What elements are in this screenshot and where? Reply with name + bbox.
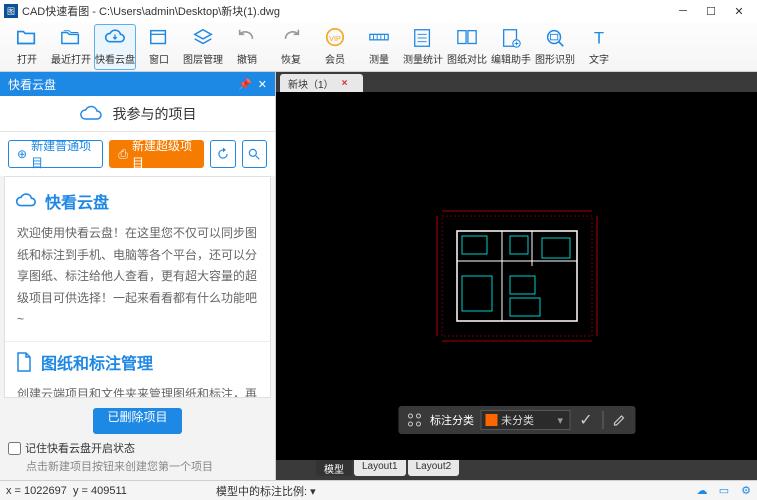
maximize-button[interactable]: ☐: [697, 1, 725, 21]
document-tabs: 新块（1） ×: [276, 72, 757, 92]
compare-icon: [456, 27, 478, 49]
section-2-title: 图纸和标注管理: [5, 346, 270, 378]
tool-edithelper[interactable]: 编辑助手: [490, 24, 532, 70]
filter-label: 标注分类: [430, 412, 474, 428]
status-split-icon[interactable]: ▭: [715, 483, 733, 499]
edithelper-icon: [500, 27, 522, 49]
panel-content: 快看云盘 欢迎使用快看云盘！在这里您不仅可以同步图纸和标注到手机、电脑等各个平台…: [4, 176, 271, 398]
new-normal-project-button[interactable]: ⊕ 新建普通项目: [8, 140, 103, 168]
layout-tab-layout2[interactable]: Layout2: [408, 460, 460, 476]
filter-select[interactable]: 未分类 ▾: [480, 410, 570, 430]
main-toolbar: 打开最近打开快看云盘窗口图层管理撤销恢复VIP会员测量测量统计图纸对比编辑助手图…: [0, 22, 757, 72]
titlebar: 图 CAD快速看图 - C:\Users\admin\Desktop\新块(1)…: [0, 0, 757, 22]
status-cloud-icon[interactable]: ☁: [693, 483, 711, 499]
panel-title-row: 我参与的项目: [0, 96, 275, 132]
chevron-down-icon: ▾: [557, 414, 563, 427]
tool-open[interactable]: 打开: [6, 24, 48, 70]
tool-measure[interactable]: 测量: [358, 24, 400, 70]
window-title: CAD快速看图 - C:\Users\admin\Desktop\新块(1).d…: [22, 3, 669, 19]
section-1-title: 快看云盘: [5, 185, 270, 217]
tool-compare[interactable]: 图纸对比: [446, 24, 488, 70]
section-1-body: 欢迎使用快看云盘！在这里您不仅可以同步图纸和标注到手机、电脑等各个平台，还可以分…: [5, 217, 270, 337]
scale-label: 模型中的标注比例: ▾: [210, 483, 316, 499]
layout-tab-模型[interactable]: 模型: [316, 460, 352, 476]
measure-icon: [368, 27, 390, 49]
tool-text[interactable]: T文字: [578, 24, 620, 70]
deleted-projects-button[interactable]: 已删除项目: [93, 408, 181, 434]
panel-header: 快看云盘 📌 ✕: [0, 72, 275, 96]
remember-state-input[interactable]: [8, 442, 21, 455]
edit-icon[interactable]: [609, 410, 629, 430]
statusbar: x = 1022697 y = 409511 模型中的标注比例: ▾ ☁ ▭ ⚙: [0, 480, 757, 500]
layout-tabs: 模型Layout1Layout2: [276, 460, 757, 480]
redo-icon: [280, 27, 302, 49]
undo-icon: [236, 27, 258, 49]
tool-layers[interactable]: 图层管理: [182, 24, 224, 70]
layers-icon: [192, 27, 214, 49]
panel-header-title: 快看云盘: [8, 76, 56, 93]
search-button[interactable]: [242, 140, 267, 168]
tool-vip[interactable]: VIP会员: [314, 24, 356, 70]
tool-undo[interactable]: 撤销: [226, 24, 268, 70]
annotation-filter-bar: 标注分类 未分类 ▾ ✓: [398, 406, 635, 434]
plus-icon: ⊕: [17, 147, 27, 161]
panel-footer: 已删除项目 记住快看云盘开启状态 点击新建项目按钮来创建您第一个项目: [0, 402, 275, 480]
new-super-project-button[interactable]: ⎙ 新建超级项目: [109, 140, 204, 168]
filter-check-icon[interactable]: ✓: [576, 410, 596, 430]
layout-tab-layout1[interactable]: Layout1: [354, 460, 406, 476]
cloud-icon: [104, 27, 126, 49]
cloud-icon: [79, 105, 103, 123]
cloud-section-icon: [15, 192, 37, 210]
window-icon: [148, 27, 170, 49]
section-2-body: 创建云端项目和文件夹来管理图纸和标注，再也无需担心由于电脑损坏，文件误删等导致标…: [5, 378, 270, 398]
svg-text:VIP: VIP: [329, 34, 341, 43]
panel-close-icon[interactable]: ✕: [258, 78, 267, 91]
drawing-canvas: 新块（1） ×: [276, 72, 757, 480]
text-icon: T: [588, 27, 610, 49]
close-button[interactable]: ✕: [725, 1, 753, 21]
tool-redo[interactable]: 恢复: [270, 24, 312, 70]
remember-state-checkbox[interactable]: 记住快看云盘开启状态: [8, 440, 267, 456]
tool-measurestat[interactable]: 测量统计: [402, 24, 444, 70]
refresh-icon: [216, 147, 230, 161]
refresh-button[interactable]: [210, 140, 235, 168]
tab-close-icon[interactable]: ×: [342, 78, 348, 89]
doc-section-icon: [15, 352, 33, 372]
recent-icon: [60, 27, 82, 49]
document-tab[interactable]: 新块（1） ×: [280, 74, 363, 92]
color-swatch: [485, 414, 497, 426]
panel-pin-icon[interactable]: 📌: [238, 78, 252, 91]
viewport[interactable]: 标注分类 未分类 ▾ ✓: [276, 92, 757, 460]
svg-text:T: T: [594, 30, 604, 48]
tool-cloud[interactable]: 快看云盘: [94, 24, 136, 70]
coordinates: x = 1022697 y = 409511: [0, 485, 210, 497]
minimize-button[interactable]: ─: [669, 1, 697, 21]
tool-recent[interactable]: 最近打开: [50, 24, 92, 70]
tool-window[interactable]: 窗口: [138, 24, 180, 70]
super-icon: ⎙: [118, 147, 128, 162]
search-icon: [247, 147, 261, 161]
open-icon: [16, 27, 38, 49]
vip-icon: VIP: [324, 27, 346, 49]
tool-recognize[interactable]: 图形识别: [534, 24, 576, 70]
cloud-panel: 快看云盘 📌 ✕ 我参与的项目 ⊕ 新建普通项目 ⎙ 新建超级项目: [0, 72, 276, 480]
panel-title: 我参与的项目: [113, 104, 197, 124]
grid-icon[interactable]: [404, 410, 424, 430]
hint-text: 点击新建项目按钮来创建您第一个项目: [8, 458, 267, 474]
app-icon: 图: [4, 4, 18, 18]
panel-actions: ⊕ 新建普通项目 ⎙ 新建超级项目: [0, 132, 275, 176]
chevron-down-icon[interactable]: ▾: [310, 486, 316, 498]
recognize-icon: [544, 27, 566, 49]
floorplan-drawing: [432, 206, 602, 346]
status-settings-icon[interactable]: ⚙: [737, 483, 755, 499]
measurestat-icon: [412, 27, 434, 49]
